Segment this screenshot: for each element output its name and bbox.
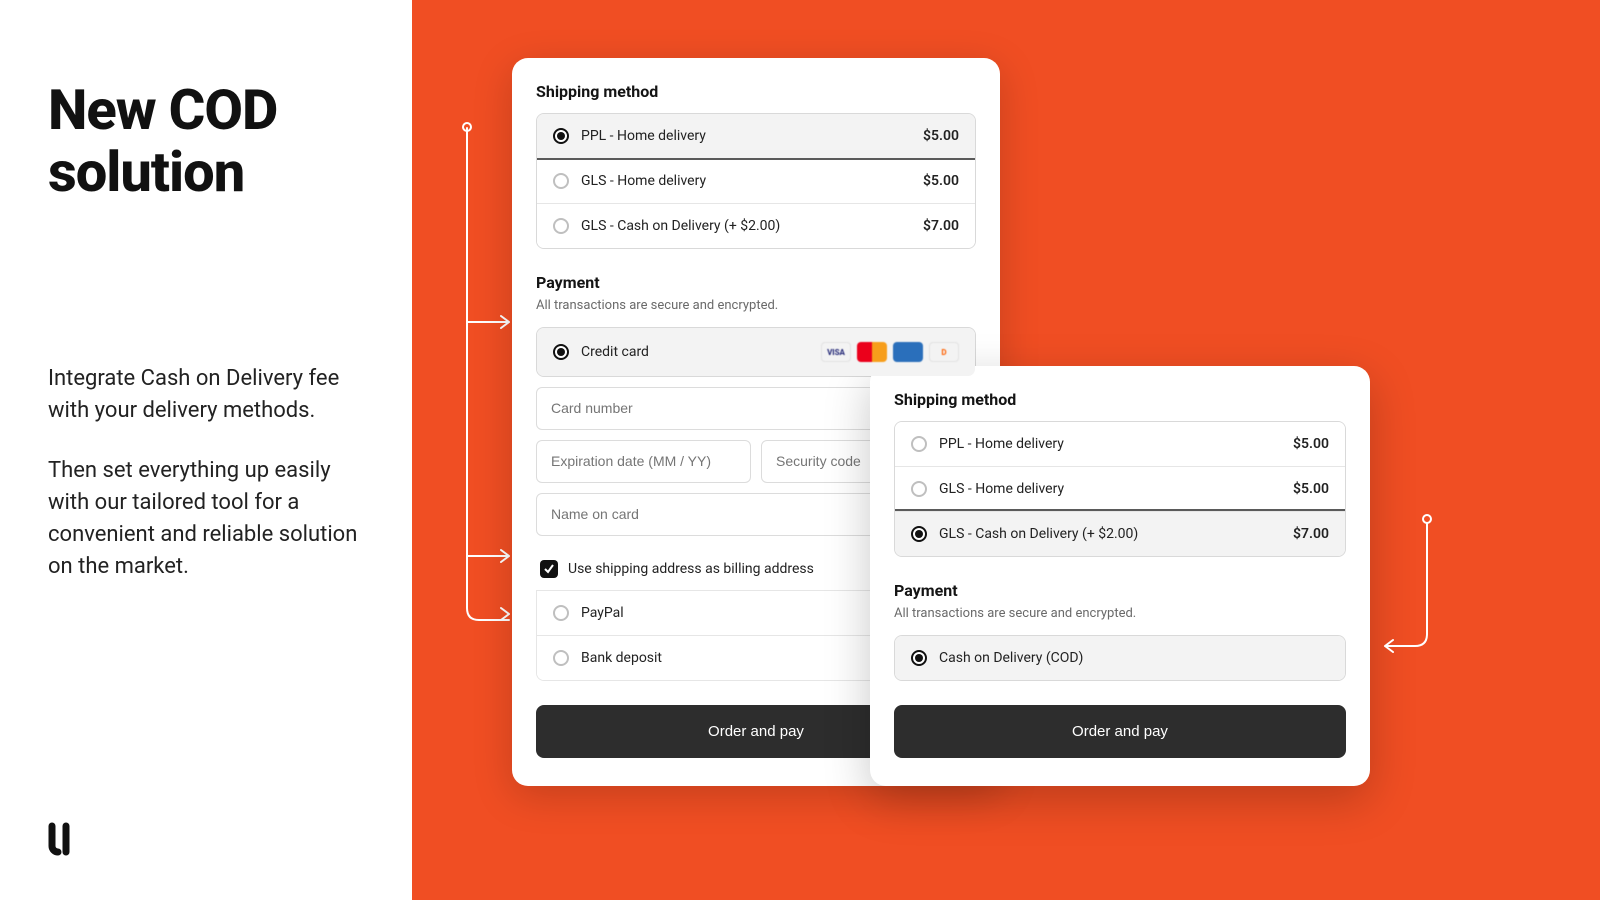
shipping-option-gls[interactable]: GLS - Home delivery $5.00: [895, 466, 1345, 511]
shipping-price: $5.00: [923, 128, 959, 144]
shipping-label: GLS - Home delivery: [939, 481, 1064, 497]
connector-dot-icon: [1422, 514, 1432, 524]
radio-icon: [911, 526, 927, 542]
shipping-option-gls-cod[interactable]: GLS - Cash on Delivery (+ $2.00) $7.00: [895, 511, 1345, 556]
body-paragraph-2: Then set everything up easily with our t…: [48, 455, 364, 583]
shipping-option-ppl[interactable]: PPL - Home delivery $5.00: [895, 422, 1345, 466]
shipping-label: GLS - Cash on Delivery (+ $2.00): [939, 526, 1138, 542]
payment-options: Credit card VISA MC D: [536, 327, 976, 377]
shipping-label: GLS - Home delivery: [581, 173, 706, 189]
shipping-options: PPL - Home delivery $5.00 GLS - Home del…: [536, 113, 976, 249]
radio-icon: [911, 650, 927, 666]
radio-icon: [553, 344, 569, 360]
payment-subtext: All transactions are secure and encrypte…: [536, 298, 976, 313]
radio-icon: [553, 218, 569, 234]
shipping-price: $7.00: [923, 218, 959, 234]
shipping-option-ppl[interactable]: PPL - Home delivery $5.00: [537, 114, 975, 158]
shipping-price: $5.00: [1293, 436, 1329, 452]
order-and-pay-button[interactable]: Order and pay: [894, 705, 1346, 758]
discover-icon: D: [929, 342, 959, 362]
mastercard-icon: MC: [857, 342, 887, 362]
expiry-input[interactable]: [551, 453, 736, 469]
shipping-label: GLS - Cash on Delivery (+ $2.00): [581, 218, 780, 234]
shipping-heading: Shipping method: [894, 390, 1346, 409]
payment-label: PayPal: [581, 605, 624, 621]
payment-option-credit-card[interactable]: Credit card VISA MC D: [537, 328, 975, 376]
payment-heading: Payment: [894, 581, 1346, 600]
radio-icon: [911, 436, 927, 452]
brand-logo-icon: [48, 822, 80, 856]
checkbox-label: Use shipping address as billing address: [568, 561, 814, 577]
payment-label: Credit card: [581, 344, 649, 360]
marketing-sidebar: New COD solution Integrate Cash on Deliv…: [0, 0, 412, 900]
payment-subtext: All transactions are secure and encrypte…: [894, 606, 1346, 621]
payment-options: Cash on Delivery (COD): [894, 635, 1346, 681]
card-brand-icons: VISA MC D: [821, 342, 959, 362]
expiry-field[interactable]: [536, 440, 751, 483]
payment-option-cod[interactable]: Cash on Delivery (COD): [895, 636, 1345, 680]
shipping-label: PPL - Home delivery: [939, 436, 1064, 452]
payment-label: Bank deposit: [581, 650, 662, 666]
shipping-option-gls[interactable]: GLS - Home delivery $5.00: [537, 158, 975, 203]
visa-icon: VISA: [821, 342, 851, 362]
shipping-options: PPL - Home delivery $5.00 GLS - Home del…: [894, 421, 1346, 557]
shipping-heading: Shipping method: [536, 82, 976, 101]
radio-icon: [553, 605, 569, 621]
headline: New COD solution: [48, 80, 364, 203]
body-paragraph-1: Integrate Cash on Delivery fee with your…: [48, 363, 364, 427]
radio-icon: [911, 481, 927, 497]
shipping-option-gls-cod[interactable]: GLS - Cash on Delivery (+ $2.00) $7.00: [537, 203, 975, 248]
radio-icon: [553, 173, 569, 189]
checkbox-checked-icon: [540, 560, 558, 578]
shipping-price: $7.00: [1293, 526, 1329, 542]
shipping-label: PPL - Home delivery: [581, 128, 706, 144]
radio-icon: [553, 128, 569, 144]
payment-heading: Payment: [536, 273, 976, 292]
shipping-price: $5.00: [923, 173, 959, 189]
checkout-card-cod: Shipping method PPL - Home delivery $5.0…: [870, 366, 1370, 786]
connector-dot-icon: [462, 122, 472, 132]
radio-icon: [553, 650, 569, 666]
shipping-price: $5.00: [1293, 481, 1329, 497]
payment-label: Cash on Delivery (COD): [939, 650, 1083, 666]
amex-icon: [893, 342, 923, 362]
